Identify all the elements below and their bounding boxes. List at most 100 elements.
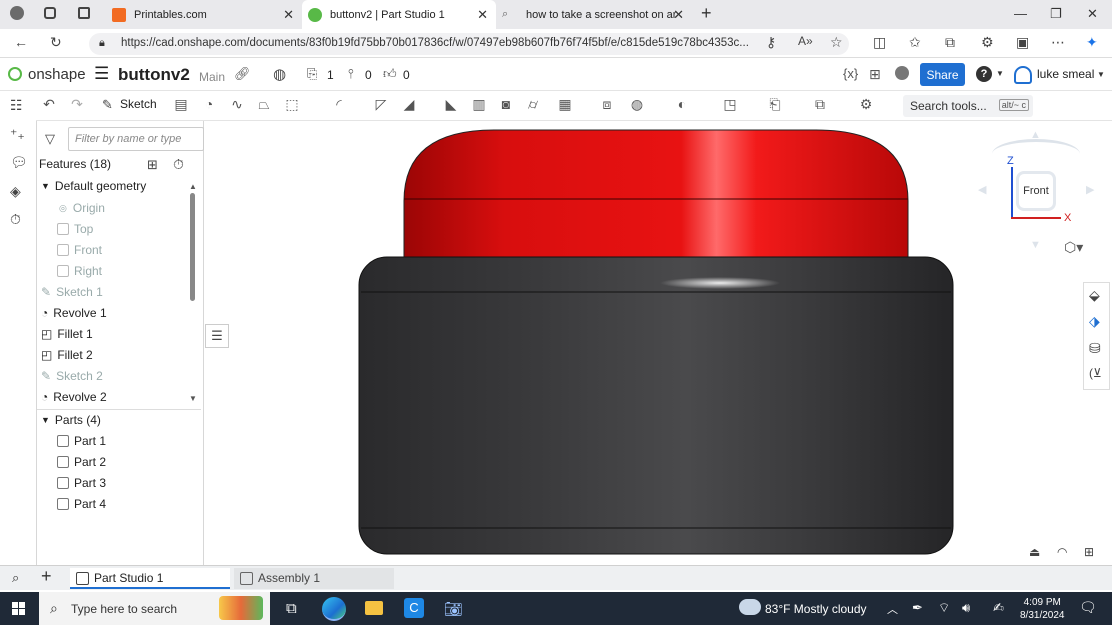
tree-item-sketch-1[interactable]: ✎ Sketch 1: [41, 285, 103, 299]
scroll-down-icon[interactable]: ▼: [189, 394, 197, 403]
view-cube-front-face[interactable]: Front: [1016, 171, 1056, 211]
part-item-3[interactable]: Part 3: [57, 476, 106, 490]
boolean-icon[interactable]: ◍: [628, 96, 646, 114]
parts-folder[interactable]: ▼ Parts (4): [41, 413, 101, 427]
undo-icon[interactable]: ↶: [40, 96, 58, 114]
pattern-icon[interactable]: ▦: [556, 96, 574, 114]
tab-part-studio[interactable]: Part Studio 1: [70, 568, 230, 589]
app-c-icon[interactable]: C: [404, 598, 424, 618]
shell-icon[interactable]: ▥: [470, 96, 488, 114]
rib-icon[interactable]: ◣: [442, 96, 460, 114]
tab-onshape[interactable]: buttonv2 | Part Studio 1 ✕: [302, 0, 496, 29]
default-geometry-folder[interactable]: ▼ Default geometry: [41, 179, 146, 193]
workspaces-icon[interactable]: [44, 7, 56, 19]
notifications-icon[interactable]: 🗨︎: [1079, 599, 1097, 616]
history-icon[interactable]: ⏱︎: [10, 211, 28, 229]
section-view-icon[interactable]: ⏏: [1029, 545, 1040, 559]
feature-list-icon[interactable]: ☷: [10, 97, 28, 115]
rotate-right-icon[interactable]: ▶: [1086, 183, 1094, 196]
render-icon[interactable]: [895, 66, 909, 80]
rotate-down-icon[interactable]: ▼: [1030, 239, 1041, 251]
pen-workspace-icon[interactable]: ✍: [993, 600, 1004, 616]
variable-icon[interactable]: {x}: [843, 66, 858, 81]
configurations-icon[interactable]: ⬗: [1089, 313, 1100, 330]
close-tab-icon[interactable]: ✕: [477, 7, 488, 23]
draft-icon[interactable]: ◢: [400, 96, 418, 114]
tab-search[interactable]: ⌕ how to take a screenshot on an a ✕: [496, 0, 692, 29]
tree-item-fillet-2[interactable]: ◰ Fillet 2: [41, 348, 93, 362]
branches-icon[interactable]: ⫯: [348, 66, 354, 82]
sketch-button[interactable]: Sketch: [120, 97, 157, 111]
revolve-icon[interactable]: ◔: [200, 96, 218, 114]
close-window-icon[interactable]: ✕: [1087, 6, 1098, 22]
mate-connector-icon[interactable]: ⧉: [811, 96, 829, 114]
rotate-left-icon[interactable]: ◀: [978, 183, 986, 196]
camera-app-icon[interactable]: 📷︎: [444, 600, 463, 618]
display-mode-icon[interactable]: ◠: [1057, 545, 1067, 559]
tree-item-right-plane[interactable]: Right: [57, 264, 102, 278]
loft-icon[interactable]: ⏢: [255, 96, 273, 114]
user-dropdown-icon[interactable]: ▼: [1097, 70, 1105, 79]
profile-icon[interactable]: [10, 6, 24, 20]
task-view-icon[interactable]: ⧉: [286, 600, 297, 617]
collections-icon[interactable]: ⧉: [945, 34, 955, 51]
measure-icon[interactable]: (⊻: [1089, 366, 1102, 380]
filter-input[interactable]: Filter by name or type: [68, 127, 204, 151]
mirror-icon[interactable]: ⧈: [598, 96, 616, 114]
favorite-star-icon[interactable]: ☆: [830, 34, 843, 51]
chevron-down-icon[interactable]: ▼: [41, 181, 50, 191]
feature-list-scrollbar[interactable]: [190, 193, 195, 301]
scroll-up-icon[interactable]: ▲: [189, 182, 197, 191]
onshape-logo[interactable]: onshape: [28, 66, 86, 83]
windows-start-icon[interactable]: [12, 602, 25, 615]
close-tab-icon[interactable]: ✕: [283, 7, 294, 23]
tab-actions-icon[interactable]: [78, 7, 90, 19]
variables-icon[interactable]: ⁺₊: [10, 126, 28, 144]
edge-taskbar-icon[interactable]: [322, 597, 346, 621]
graphics-viewport[interactable]: ☰ Z X Front ◀ ▶ ▲ ▼ ⬡▾ ⬙ ⬗ ⛁ (⊻ ⏏ ◠ ⊞: [204, 121, 1112, 565]
apps-grid-icon[interactable]: ⊞: [869, 66, 881, 83]
split-screen-icon[interactable]: ◫: [873, 34, 886, 51]
search-tools-input[interactable]: Search tools... alt/~ c: [903, 95, 1033, 117]
system-clock[interactable]: 4:09 PM 8/31/2024: [1020, 596, 1065, 622]
copilot-icon[interactable]: ✦: [1086, 34, 1098, 51]
named-views-icon[interactable]: ⊞: [1084, 545, 1094, 559]
split-icon[interactable]: ◐: [673, 96, 691, 114]
favorites-icon[interactable]: ✩: [909, 34, 921, 51]
tree-item-revolve-2[interactable]: ◔ Revolve 2: [41, 390, 107, 404]
tree-item-top-plane[interactable]: Top: [57, 222, 93, 236]
filter-icon[interactable]: ▽: [45, 131, 55, 147]
tree-item-front-plane[interactable]: Front: [57, 243, 102, 257]
comments-icon[interactable]: 💬︎: [10, 154, 28, 172]
share-button[interactable]: Share: [920, 63, 965, 86]
onshape-logo-icon[interactable]: [8, 67, 22, 81]
back-icon[interactable]: ←: [14, 34, 28, 50]
user-name[interactable]: luke smeal: [1037, 67, 1094, 81]
maximize-icon[interactable]: ❐: [1050, 6, 1062, 22]
chevron-down-icon[interactable]: ▼: [41, 415, 50, 425]
help-dropdown-icon[interactable]: ▼: [996, 69, 1004, 78]
tab-printables[interactable]: Printables.com ✕: [106, 0, 302, 29]
button-model[interactable]: [204, 121, 1112, 565]
new-tab-icon[interactable]: +: [701, 3, 712, 24]
extension-icon[interactable]: ⚙: [981, 34, 994, 51]
public-globe-icon[interactable]: ◍: [273, 65, 286, 83]
link-icon[interactable]: 🔗︎: [234, 66, 251, 82]
appearance-icon[interactable]: ⬙: [1089, 287, 1100, 304]
settings-gear-icon[interactable]: ⚙: [857, 96, 875, 114]
sketch-icon[interactable]: ✎: [102, 97, 113, 113]
close-tab-icon[interactable]: ✕: [673, 7, 684, 23]
weather-status[interactable]: 83°F Mostly cloudy: [765, 602, 867, 616]
file-explorer-icon[interactable]: [365, 601, 383, 615]
insert-element-icon[interactable]: +: [41, 566, 52, 587]
rotate-up-icon[interactable]: ▲: [1030, 129, 1041, 141]
cylinder-icon[interactable]: ⌭: [524, 96, 542, 114]
key-icon[interactable]: ⚷: [766, 34, 776, 51]
url-field[interactable]: 🔒︎ https://cad.onshape.com/documents/83f…: [89, 33, 849, 55]
tree-item-origin[interactable]: ◎ Origin: [59, 201, 105, 215]
view-mode-cube-icon[interactable]: ⬡▾: [1064, 239, 1083, 256]
document-title[interactable]: buttonv2: [118, 65, 190, 85]
minimize-icon[interactable]: —: [1014, 6, 1027, 21]
taskbar-search-box[interactable]: ⌕ Type here to search: [39, 592, 270, 625]
read-aloud-icon[interactable]: A»: [798, 34, 813, 48]
